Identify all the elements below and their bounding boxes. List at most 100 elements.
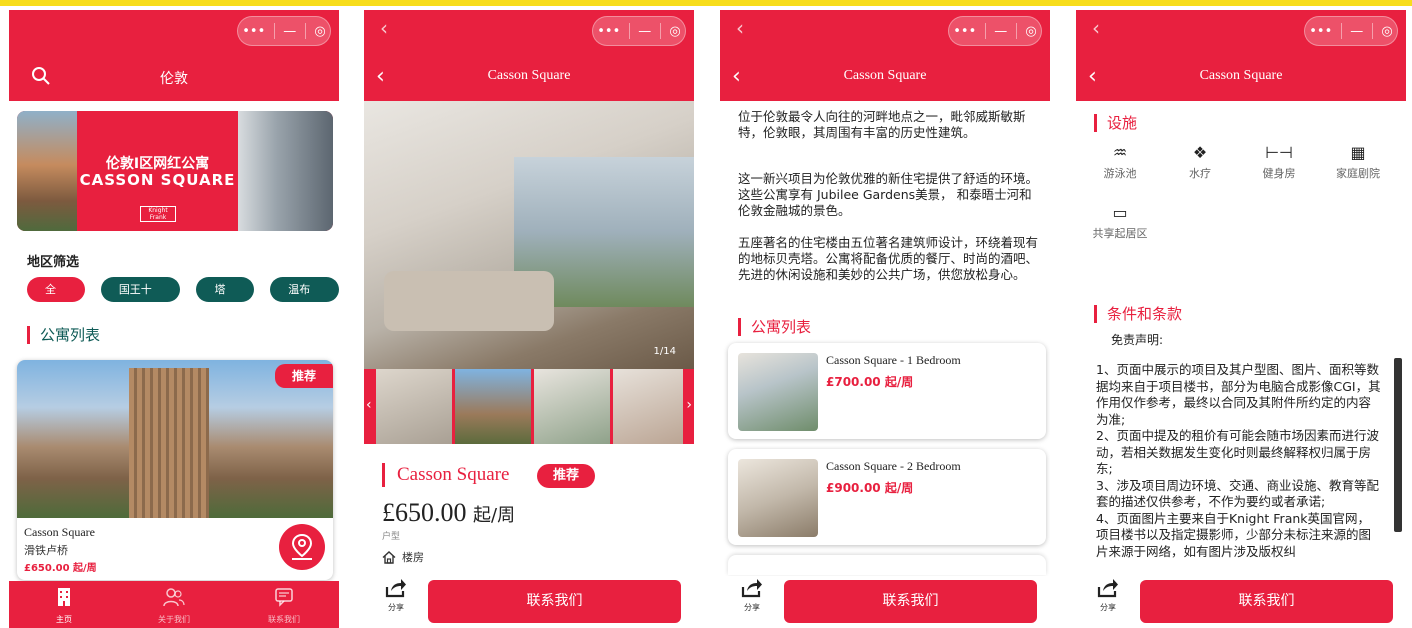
tab-home-label: 主页 <box>56 615 72 624</box>
title-accent-bar <box>382 463 385 487</box>
knight-frank-logo: Knight Frank <box>140 206 176 222</box>
region-filter-chips: 全部 国王十字 塔桥 温布利 <box>27 277 339 321</box>
price: £650.00 起/周 <box>382 498 515 528</box>
chip-kings-cross[interactable]: 国王十字 <box>100 277 181 321</box>
chip-all[interactable]: 全部 <box>27 277 85 321</box>
top-strip <box>0 0 1412 6</box>
pool-icon: ♒ <box>1112 143 1128 162</box>
thumbnail-next-icon[interactable]: › <box>686 397 692 413</box>
unit-type-label: 户型 <box>382 532 401 542</box>
contact-us-button[interactable]: 联系我们 <box>428 580 681 623</box>
price-value: £650.00 <box>382 498 467 527</box>
minimize-icon[interactable]: — <box>283 24 296 39</box>
capsule-divider <box>1340 23 1342 39</box>
thumbnail-prev-icon[interactable]: ‹ <box>366 397 372 413</box>
property-name: Casson Square <box>24 525 95 539</box>
share-button[interactable]: 分享 <box>1090 578 1126 613</box>
status-bar: ‹ ••• — ◎ <box>1076 10 1406 54</box>
bottom-action-bar: 分享 联系我们 <box>1076 576 1406 628</box>
unit-price: £700.00 起/周 <box>826 375 914 389</box>
thumbnail[interactable] <box>534 369 610 444</box>
mini-program-capsule: ••• — ◎ <box>1304 16 1398 46</box>
page-scrollbar[interactable] <box>1394 358 1402 532</box>
system-back-icon[interactable]: ‹ <box>1092 16 1100 40</box>
page-title: Casson Square <box>1199 68 1283 83</box>
unit-card-partial[interactable] <box>728 555 1046 575</box>
gym-icon: ⊢⊣ <box>1265 143 1293 162</box>
thumbnail[interactable] <box>455 369 531 444</box>
tab-home[interactable]: 主页 <box>9 581 119 628</box>
map-pin-icon <box>291 533 313 560</box>
thumbnail[interactable] <box>376 369 452 444</box>
close-icon[interactable]: ◎ <box>1381 24 1392 39</box>
minimize-icon[interactable]: — <box>994 24 1007 39</box>
chip-tower-bridge[interactable]: 塔桥 <box>196 277 255 321</box>
terms-item: 4、页面图片主要来自于Knight Frank英国官网，项目楼书以及指定摄影师，… <box>1096 510 1372 559</box>
description-paragraph: 这一新兴项目为伦敦优雅的新住宅提供了舒适的环境。这些公寓享有 Jubilee G… <box>738 171 1039 218</box>
unit-card[interactable]: Casson Square - 1 Bedroom £700.00 起/周 <box>728 343 1046 439</box>
more-icon[interactable]: ••• <box>953 24 976 39</box>
section-title: 设施 <box>1094 112 1137 133</box>
banner-subheadline: CASSON SQUARE <box>79 171 236 189</box>
close-icon[interactable]: ◎ <box>314 24 325 39</box>
unit-name: Casson Square - 1 Bedroom <box>826 353 961 367</box>
page-title: 伦敦 <box>160 72 188 87</box>
thumbnail-strip: ‹ › <box>364 369 694 444</box>
section-title-text: 公寓列表 <box>40 326 101 344</box>
cinema-icon: ▦ <box>1350 143 1366 162</box>
house-icon <box>382 550 396 564</box>
contact-us-button[interactable]: 联系我们 <box>784 580 1037 623</box>
share-button[interactable]: 分享 <box>378 578 414 613</box>
unit-photo <box>738 353 818 431</box>
photo-gallery[interactable]: 1/14 <box>364 101 694 369</box>
facility-label: 共享起居区 <box>1092 227 1148 240</box>
terms-item: 3、涉及项目周边环境、交通、商业设施、教育等配套的描述仅供参考，不作为要约或者承… <box>1096 477 1379 510</box>
facilities-terms-screen: ‹ ••• — ◎ ‹ Casson Square 设施 ♒ 游泳池 ❖ 水疗 … <box>1076 10 1406 628</box>
property-price: £650.00 起/周 <box>24 563 97 574</box>
share-button[interactable]: 分享 <box>734 578 770 613</box>
section-accent-bar <box>1094 113 1097 132</box>
facility-spa: ❖ 水疗 <box>1170 143 1230 181</box>
unit-card[interactable]: Casson Square - 2 Bedroom £900.00 起/周 <box>728 449 1046 545</box>
capsule-divider <box>628 23 630 39</box>
property-card[interactable]: 推荐 Casson Square 滑铁卢桥 £650.00 起/周 <box>17 360 333 580</box>
capsule-divider <box>273 23 275 39</box>
share-label: 分享 <box>744 603 760 612</box>
contact-us-button[interactable]: 联系我们 <box>1140 580 1393 623</box>
tab-contact-label: 联系我们 <box>268 615 300 624</box>
chip-wembley[interactable]: 温布利 <box>270 277 339 321</box>
spa-icon: ❖ <box>1192 143 1208 162</box>
close-icon[interactable]: ◎ <box>1025 24 1036 39</box>
tab-about[interactable]: 关于我们 <box>119 581 229 628</box>
facility-pool: ♒ 游泳池 <box>1090 143 1150 181</box>
unit-name: Casson Square - 2 Bedroom <box>826 459 961 473</box>
banner-headline: 伦敦I区网红公寓 <box>105 156 210 172</box>
system-back-icon[interactable]: ‹ <box>380 16 388 40</box>
project-title-text: Casson Square <box>397 464 510 485</box>
terms-text: 1、页面中展示的项目及其户型图、图片、面积等数据均来自于项目楼书，部分为电脑合成… <box>1096 362 1382 565</box>
tab-about-label: 关于我们 <box>158 615 190 624</box>
share-icon <box>741 579 762 598</box>
capsule-divider <box>984 23 986 39</box>
status-bar: ‹ ••• — ◎ <box>364 10 694 54</box>
facility-cinema: ▦ 家庭剧院 <box>1328 143 1388 181</box>
tab-contact[interactable]: 联系我们 <box>229 581 339 628</box>
banner-photo-right <box>238 111 333 231</box>
minimize-icon[interactable]: — <box>1350 24 1363 39</box>
section-title: 条件和条款 <box>1094 303 1182 324</box>
page-title: Casson Square <box>843 68 927 83</box>
close-icon[interactable]: ◎ <box>669 24 680 39</box>
share-icon <box>385 579 406 598</box>
map-pin-button[interactable] <box>279 524 325 570</box>
promo-banner[interactable]: 伦敦I区网红公寓 CASSON SQUARE Knight Frank <box>17 111 333 231</box>
thumbnail[interactable] <box>613 369 683 444</box>
more-icon[interactable]: ••• <box>597 24 620 39</box>
more-icon[interactable]: ••• <box>1309 24 1332 39</box>
unit-price: £900.00 起/周 <box>826 481 914 495</box>
section-accent-bar <box>27 325 30 344</box>
description-paragraph: 五座著名的住宅楼由五位著名建筑师设计，环绕着现有的地标贝壳塔。公寓将配备优质的餐… <box>738 235 1039 282</box>
more-icon[interactable]: ••• <box>242 24 265 39</box>
message-icon <box>275 588 293 607</box>
minimize-icon[interactable]: — <box>638 24 651 39</box>
system-back-icon[interactable]: ‹ <box>736 16 744 40</box>
